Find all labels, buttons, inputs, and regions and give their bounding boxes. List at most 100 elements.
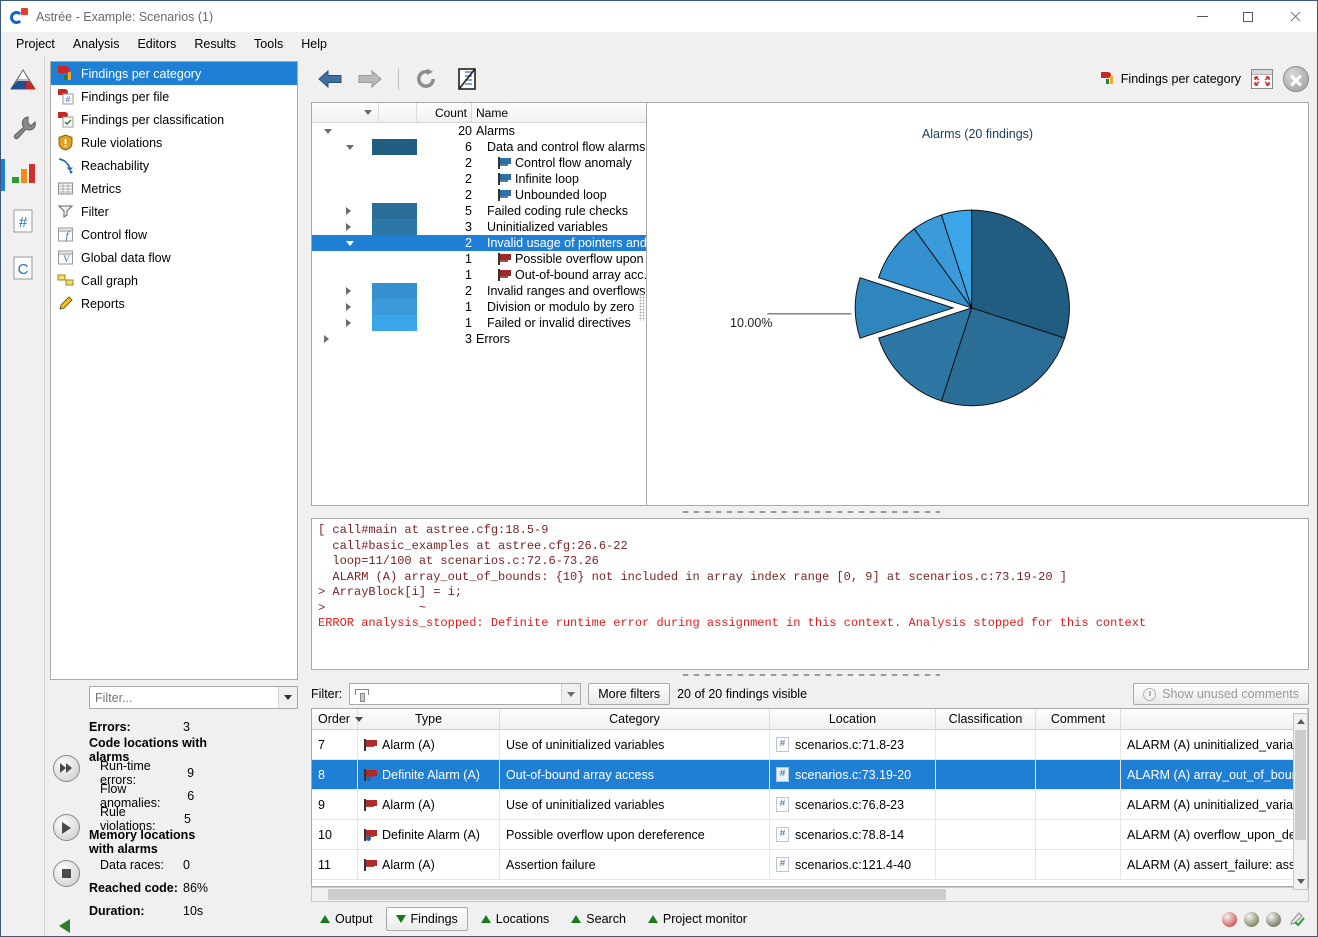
tree-expander-closed-icon[interactable] — [346, 287, 351, 295]
tree-row[interactable]: 1 Failed or invalid directives — [312, 315, 646, 331]
horizontal-splitter-1[interactable] — [303, 506, 1317, 518]
menu-results[interactable]: Results — [185, 34, 245, 54]
table-header-order[interactable]: Order — [312, 709, 363, 729]
sidebar-filter-input[interactable] — [90, 687, 278, 708]
rail-results-chart-icon[interactable] — [0, 158, 40, 192]
tree-expander-closed-icon[interactable] — [346, 319, 351, 327]
sidebar-item-global-data-flow[interactable]: V Global data flow — [51, 246, 297, 269]
tree-row[interactable]: 20 Alarms — [312, 123, 646, 139]
tree-expander-open-icon[interactable] — [346, 241, 354, 246]
menu-project[interactable]: Project — [7, 34, 64, 54]
tree-vertical-scrollbar[interactable] — [636, 123, 646, 505]
scrollbar-thumb[interactable] — [1295, 730, 1306, 840]
horizontal-splitter-2[interactable] — [303, 670, 1317, 680]
table-row[interactable]: 8 Definite Alarm (A) Out-of-bound array ac… — [312, 760, 1308, 790]
sidebar-item-reachability[interactable]: Reachability — [51, 154, 297, 177]
sidebar-item-reports[interactable]: Reports — [51, 292, 297, 315]
run-button[interactable] — [53, 814, 80, 841]
maximize-view-button[interactable] — [1251, 69, 1273, 89]
cell-comment[interactable] — [1036, 760, 1121, 789]
tree-row[interactable]: 1 Possible overflow upon ... — [312, 251, 646, 267]
forward-button[interactable] — [351, 62, 389, 96]
close-button[interactable] — [1271, 1, 1317, 32]
sidebar-filter[interactable] — [89, 686, 298, 709]
tree-expander-open-icon[interactable] — [346, 145, 354, 150]
rail-settings-wrench-icon[interactable] — [6, 111, 40, 145]
led-olive-1[interactable] — [1244, 911, 1259, 927]
cell-comment[interactable] — [1036, 730, 1121, 759]
cell-classification[interactable] — [936, 850, 1036, 879]
findings-filter-dropdown-icon[interactable] — [561, 684, 581, 704]
menu-help[interactable]: Help — [292, 34, 336, 54]
menu-tools[interactable]: Tools — [245, 34, 292, 54]
back-button[interactable] — [311, 62, 349, 96]
cell-classification[interactable] — [936, 760, 1036, 789]
table-header-comment[interactable]: Comment — [1036, 709, 1121, 729]
findings-filter-text[interactable] — [368, 686, 562, 702]
table-row[interactable]: 11 Alarm (A) Assertion failure # scenarios.c… — [312, 850, 1308, 880]
table-row[interactable]: 9 Alarm (A) Use of uninitialized variables… — [312, 790, 1308, 820]
rail-c-code-icon[interactable]: C — [6, 252, 40, 286]
more-filters-button[interactable]: More filters — [588, 683, 671, 705]
tree-row[interactable]: 6 Data and control flow alarms — [312, 139, 646, 155]
tree-header-name[interactable]: Name — [472, 103, 646, 122]
tree-expander-closed-icon[interactable] — [346, 303, 351, 311]
tree-row[interactable]: 2 Control flow anomaly — [312, 155, 646, 171]
findings-horizontal-scrollbar[interactable] — [311, 887, 1309, 902]
tree-row[interactable]: 2 Invalid usage of pointers and... — [312, 235, 646, 251]
cell-location[interactable]: # scenarios.c:71.8-23 — [770, 730, 936, 759]
reload-button[interactable] — [408, 62, 446, 96]
scroll-down-icon[interactable] — [1294, 874, 1307, 889]
scroll-up-icon[interactable] — [1294, 714, 1307, 729]
sidebar-item-findings-per-classification[interactable]: Findings per classification — [51, 108, 297, 131]
table-header-location[interactable]: Location — [770, 709, 936, 729]
sidebar-filter-dropdown-icon[interactable] — [278, 687, 297, 708]
tree-row[interactable]: 2 Infinite loop — [312, 171, 646, 187]
led-red[interactable] — [1222, 911, 1237, 927]
tree-row[interactable]: 1 Out-of-bound array acc... — [312, 267, 646, 283]
sidebar-item-metrics[interactable]: Metrics — [51, 177, 297, 200]
tree-row[interactable]: 1 Division or modulo by zero — [312, 299, 646, 315]
table-row[interactable]: 7 Alarm (A) Use of uninitialized variables… — [312, 730, 1308, 760]
tree-expander-open-icon[interactable] — [324, 129, 332, 134]
previous-result-icon[interactable] — [59, 919, 70, 933]
sidebar-item-findings-per-file[interactable]: # Findings per file — [51, 85, 297, 108]
table-row[interactable]: 10 Definite Alarm (A) Possible overflow up… — [312, 820, 1308, 850]
tab-search[interactable]: Search — [562, 907, 635, 931]
findings-filter-input[interactable] — [349, 683, 582, 705]
cell-location[interactable]: # scenarios.c:73.19-20 — [770, 760, 936, 789]
tree-header-count[interactable]: Count — [417, 103, 472, 122]
cell-location[interactable]: # scenarios.c:76.8-23 — [770, 790, 936, 819]
table-header-type[interactable]: Type — [358, 709, 500, 729]
tree-row[interactable]: 2 Invalid ranges and overflows — [312, 283, 646, 299]
tab-findings[interactable]: Findings — [385, 907, 468, 931]
cell-classification[interactable] — [936, 790, 1036, 819]
report-button[interactable] — [448, 62, 486, 96]
cell-classification[interactable] — [936, 730, 1036, 759]
menu-editors[interactable]: Editors — [128, 34, 185, 54]
tree-row[interactable]: 5 Failed coding rule checks — [312, 203, 646, 219]
menu-analysis[interactable]: Analysis — [64, 34, 129, 54]
stop-button[interactable] — [53, 860, 80, 887]
cell-comment[interactable] — [1036, 790, 1121, 819]
tab-locations[interactable]: Locations — [472, 907, 559, 931]
tab-output[interactable]: Output — [311, 907, 382, 931]
code-output-pane[interactable]: [ call#main at astree.cfg:18.5-9 call#ba… — [311, 518, 1309, 670]
tree-expander-closed-icon[interactable] — [346, 207, 351, 215]
show-unused-comments-button[interactable]: Show unused comments — [1133, 683, 1309, 705]
tree-row[interactable]: 3 Uninitialized variables — [312, 219, 646, 235]
sidebar-item-control-flow[interactable]: f Control flow — [51, 223, 297, 246]
sidebar-item-findings-per-category[interactable]: Findings per category — [51, 62, 297, 85]
tree-row[interactable]: 2 Unbounded loop — [312, 187, 646, 203]
run-all-button[interactable] — [53, 755, 80, 782]
table-header-category[interactable]: Category — [500, 709, 770, 729]
pie-chart[interactable] — [647, 103, 1308, 505]
sidebar-item-rule-violations[interactable]: Rule violations — [51, 131, 297, 154]
cell-comment[interactable] — [1036, 850, 1121, 879]
rail-metrics-hash-icon[interactable]: # — [6, 205, 40, 239]
minimize-button[interactable] — [1179, 1, 1225, 32]
cell-location[interactable]: # scenarios.c:78.8-14 — [770, 820, 936, 849]
cell-comment[interactable] — [1036, 820, 1121, 849]
tree-expander-closed-icon[interactable] — [346, 223, 351, 231]
tree-expander-closed-icon[interactable] — [324, 335, 329, 343]
